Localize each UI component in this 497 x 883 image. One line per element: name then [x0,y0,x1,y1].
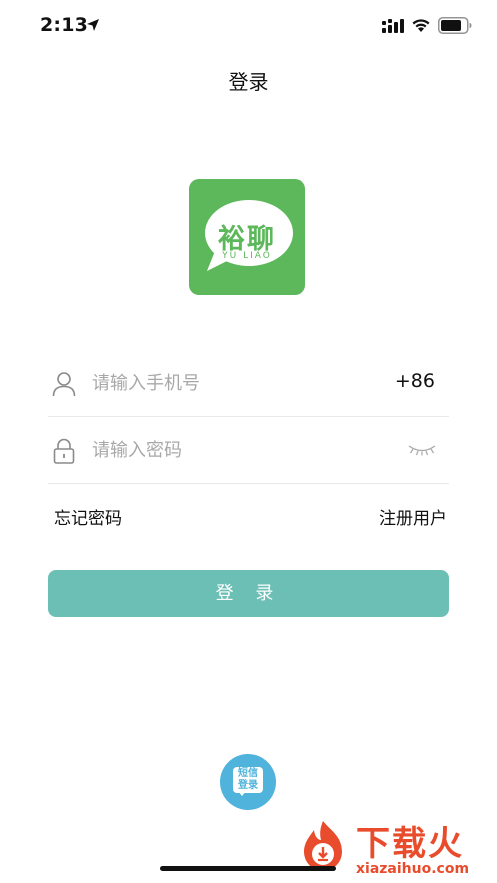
sms-login-button[interactable]: 短信 登录 [220,754,276,810]
wifi-icon [412,19,430,32]
watermark-title: 下载火 [356,824,464,864]
user-icon [52,372,76,397]
watermark-url: xiazaihuo.com [356,861,470,877]
watermark: 下载火 xiazaihuo.com [290,812,497,883]
battery-icon [438,17,472,34]
password-field [48,417,449,484]
login-button[interactable]: 登 录 [48,570,449,617]
register-link[interactable]: 注册用户 [379,504,447,529]
lock-icon [53,438,75,464]
status-bar: 2:13 [0,0,497,56]
location-arrow-icon [87,19,99,31]
eye-closed-icon[interactable] [407,443,437,457]
phone-field: +86 [48,350,449,417]
status-time: 2:13 [40,14,89,36]
forgot-password-link[interactable]: 忘记密码 [54,504,122,529]
password-input[interactable] [92,435,372,465]
auth-links: 忘记密码 注册用户 [54,504,447,530]
logo-subtext: YU LIAO [222,251,272,261]
app-logo: 裕聊 YU LIAO [189,179,305,295]
sms-login-label: 短信 登录 [238,768,258,791]
page-title: 登录 [228,70,269,94]
home-indicator [160,866,336,871]
cellular-signal-icon [382,19,404,33]
country-code-selector[interactable]: +86 [395,370,435,392]
phone-input[interactable] [92,368,372,398]
